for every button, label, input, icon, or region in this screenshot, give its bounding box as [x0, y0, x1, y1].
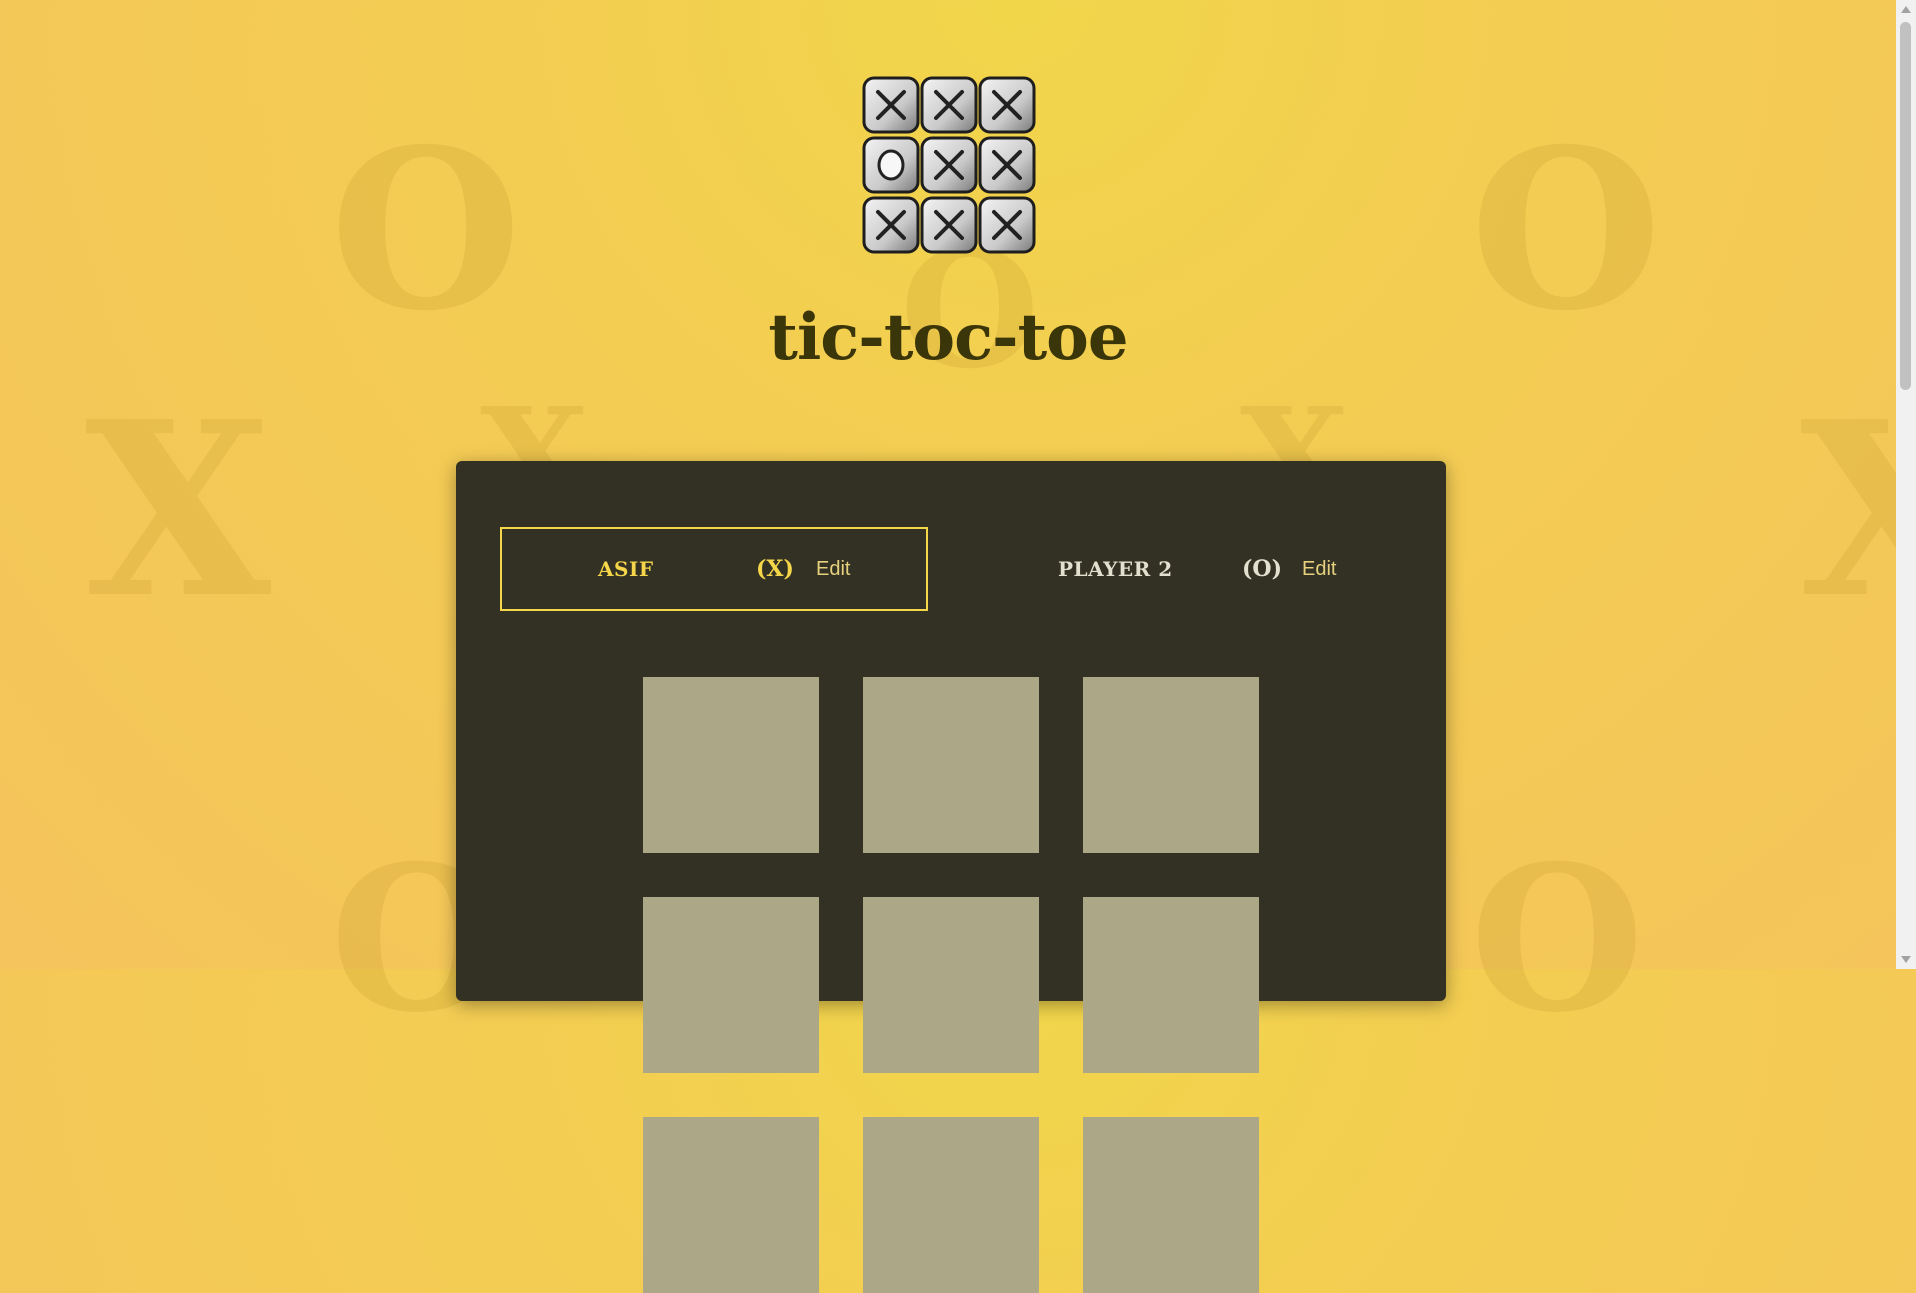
page-title: tic-toc-toe: [768, 300, 1128, 375]
board-cell[interactable]: [1083, 897, 1259, 1073]
logo-o-tile-icon: [862, 136, 920, 194]
scroll-up-arrow-icon[interactable]: [1901, 6, 1911, 13]
player-one-symbol: (X): [756, 556, 794, 582]
board-cell[interactable]: [863, 1117, 1039, 1293]
board-cell[interactable]: [1083, 677, 1259, 853]
board-cell[interactable]: [863, 677, 1039, 853]
logo-x-tile-icon: [920, 196, 978, 254]
game-panel: ASIF (X) Edit PLAYER 2 (O) Edit: [456, 461, 1446, 1293]
player-two-edit-button[interactable]: Edit: [1302, 558, 1336, 581]
vertical-scrollbar[interactable]: [1896, 0, 1916, 969]
background-x-glyph: X: [85, 369, 272, 651]
player-one-card: ASIF (X) Edit: [500, 527, 928, 611]
game-board: [643, 677, 1259, 1293]
player-two-name: PLAYER 2: [1058, 557, 1173, 581]
board-cell[interactable]: [643, 897, 819, 1073]
logo-x-tile-icon: [978, 136, 1036, 194]
logo-x-tile-icon: [862, 76, 920, 134]
background-o-glyph: O: [1470, 822, 1645, 1057]
scrollbar-thumb[interactable]: [1900, 22, 1911, 390]
board-cell[interactable]: [643, 1117, 819, 1293]
logo-x-tile-icon: [920, 76, 978, 134]
scroll-down-arrow-icon[interactable]: [1901, 956, 1911, 963]
player-two-symbol: (O): [1242, 556, 1282, 582]
board-cell[interactable]: [863, 897, 1039, 1073]
player-two-card: PLAYER 2 (O) Edit: [974, 527, 1402, 611]
logo-x-tile-icon: [978, 196, 1036, 254]
board-cell[interactable]: [1083, 1117, 1259, 1293]
board-cell[interactable]: [643, 677, 819, 853]
player-one-edit-button[interactable]: Edit: [816, 558, 850, 581]
logo-x-tile-icon: [978, 76, 1036, 134]
logo-icon: [862, 76, 1036, 254]
logo-x-tile-icon: [862, 196, 920, 254]
logo-x-tile-icon: [920, 136, 978, 194]
player-one-name: ASIF: [598, 557, 654, 581]
